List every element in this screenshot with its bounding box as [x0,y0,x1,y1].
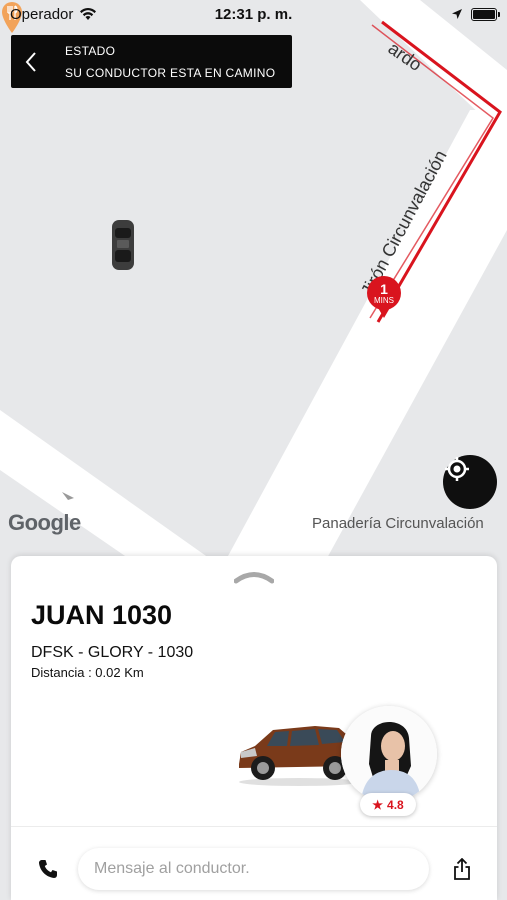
location-arrow-icon [452,9,462,19]
call-button[interactable] [35,856,61,882]
driver-car-marker [112,220,134,270]
rating-value: 4.8 [387,797,404,812]
battery-icon [471,7,500,21]
share-icon [454,858,470,880]
status-banner: ESTADO SU CONDUCTOR ESTA EN CAMINO [11,35,292,88]
chevron-left-icon [25,51,36,72]
share-button[interactable] [451,856,473,882]
road-circunvalacion [215,110,507,580]
banner-title: ESTADO [65,43,116,58]
status-bar: Operador 12:31 p. m. [0,0,507,28]
driver-avatar [341,706,437,802]
wifi-icon [80,7,97,20]
sheet-divider [11,826,497,827]
driver-sheet: JUAN 1030 DFSK - GLORY - 1030 Distancia … [11,556,497,900]
poi-label[interactable]: Panadería Circunvalación [312,515,484,532]
sheet-handle-icon[interactable] [234,570,274,584]
carrier-label: Operador [10,5,74,23]
back-button[interactable] [11,35,51,88]
phone-icon [39,860,57,878]
distance-info: Distancia : 0.02 Km [31,665,144,680]
driver-name: JUAN 1030 [31,600,173,630]
eta-value: 1 [380,280,388,297]
status-left: Operador [10,6,97,23]
message-input[interactable] [78,848,429,890]
eta-unit: MINS [374,295,394,305]
driver-photo [341,706,437,802]
my-location-button[interactable] [443,455,497,509]
vehicle-info: DFSK - GLORY - 1030 [31,644,194,661]
my-location-icon [445,457,469,481]
road-lower-left [0,410,240,580]
driver-rating: ★ 4.8 [360,793,416,816]
google-logo: Google [8,510,81,535]
eta-marker: 1 MINS [367,276,401,310]
status-right [451,7,500,21]
star-icon: ★ [372,797,384,812]
banner-message: SU CONDUCTOR ESTA EN CAMINO [65,65,276,80]
banner-text: ESTADO SU CONDUCTOR ESTA EN CAMINO [51,44,275,80]
